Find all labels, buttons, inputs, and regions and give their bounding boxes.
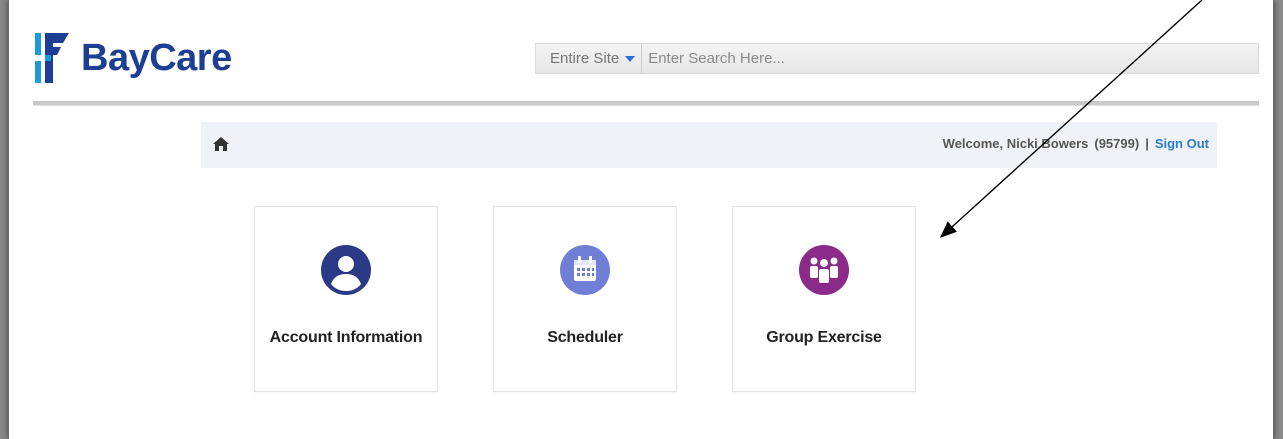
scheduler-tile[interactable]: Scheduler bbox=[493, 206, 677, 392]
search-input[interactable] bbox=[642, 43, 1258, 74]
browser-window: BayCare Entire Site Welcome, Nicki Bower… bbox=[8, 0, 1274, 439]
sign-out-link[interactable]: Sign Out bbox=[1155, 136, 1209, 151]
header-divider bbox=[33, 101, 1259, 106]
home-icon[interactable] bbox=[213, 137, 229, 151]
baycare-logo[interactable]: BayCare bbox=[33, 28, 232, 88]
welcome-greeting: Welcome, Nicki Bowers bbox=[942, 136, 1089, 151]
group-icon bbox=[799, 245, 849, 295]
welcome-bar: Welcome, Nicki Bowers (95799) | Sign Out bbox=[201, 122, 1217, 168]
user-circle-icon bbox=[321, 245, 371, 295]
separator: | bbox=[1145, 136, 1149, 151]
search-scope-label: Entire Site bbox=[550, 50, 620, 67]
calendar-icon bbox=[560, 245, 610, 295]
search-scope-dropdown[interactable]: Entire Site bbox=[536, 44, 643, 73]
welcome-message: Welcome, Nicki Bowers (95799) | Sign Out bbox=[943, 136, 1209, 151]
brand-name: BayCare bbox=[81, 37, 232, 79]
tile-label: Account Information bbox=[269, 329, 423, 346]
chevron-down-icon bbox=[625, 55, 636, 62]
site-search: Entire Site bbox=[535, 43, 1259, 74]
group-exercise-tile[interactable]: Group Exercise bbox=[732, 206, 916, 392]
account-information-tile[interactable]: Account Information bbox=[254, 206, 438, 392]
member-id: (95799) bbox=[1094, 136, 1140, 151]
tile-label: Group Exercise bbox=[766, 329, 882, 346]
baycare-logo-icon bbox=[35, 33, 69, 83]
tile-label: Scheduler bbox=[547, 329, 623, 346]
